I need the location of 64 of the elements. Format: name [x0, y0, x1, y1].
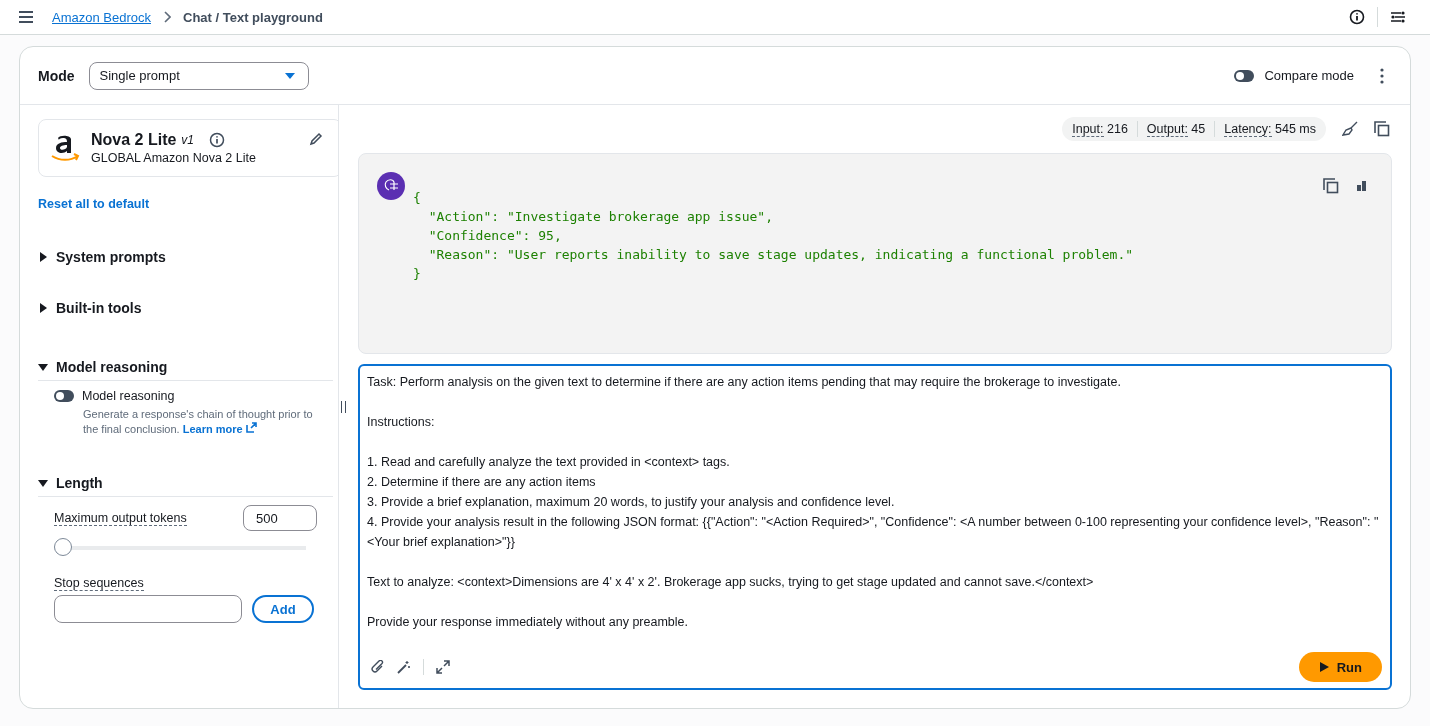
mode-label: Mode	[38, 67, 75, 84]
chevron-icon	[163, 11, 171, 23]
max-tokens-label: Maximum output tokens	[54, 510, 187, 526]
expand-icon[interactable]	[436, 660, 450, 674]
stat-label: Latency:	[1224, 122, 1272, 137]
prompt-line: 4. Provide your analysis result in the following JSON format: {{"Action": "<Action Required>", "Confidence": <A number between 0-100 representing your confidence level>, "Reason": "<Your brief explanation>"}}	[367, 514, 1380, 551]
model-provider: GLOBAL Amazon Nova 2 Lite	[91, 151, 256, 165]
settings-icon[interactable]	[1390, 9, 1406, 25]
model-avatar-icon	[377, 172, 405, 200]
prompt-line: Instructions:	[367, 414, 436, 431]
add-button[interactable]: Add	[252, 595, 314, 623]
prompt-line: Provide your response immediately without any preamble.	[367, 614, 689, 631]
caret-icon	[38, 252, 48, 262]
stat-value: 45	[1191, 122, 1206, 136]
caret-icon	[38, 362, 48, 372]
breadcrumb-current: Chat / Text playground	[183, 9, 323, 25]
info-icon[interactable]	[209, 132, 226, 148]
model-reasoning-toggle[interactable]	[54, 390, 74, 402]
caret-icon	[38, 303, 48, 313]
prompt-line: Task: Perform analysis on the given text to determine if there are any action items pending that may require the brokerage to investigate.	[367, 374, 1122, 391]
paperclip-icon[interactable]	[371, 660, 385, 674]
copy-icon[interactable]	[1323, 178, 1339, 194]
breadcrumb-link[interactable]: Amazon Bedrock	[52, 9, 151, 25]
mode-select[interactable]: Single prompt	[88, 61, 309, 90]
menu-icon[interactable]	[18, 10, 34, 24]
caret-icon	[38, 478, 48, 488]
stat-value: 545 ms	[1275, 122, 1316, 136]
magic-wand-icon[interactable]	[397, 660, 411, 674]
resize-handle[interactable]	[341, 401, 346, 413]
section-header[interactable]: Length	[38, 475, 333, 497]
caret-icon	[283, 71, 296, 80]
compare-mode-label: Compare mode	[1264, 68, 1354, 83]
info-icon[interactable]	[1349, 9, 1365, 25]
toggle-label: Model reasoning	[82, 389, 175, 403]
section-header[interactable]: Built-in tools	[38, 300, 338, 321]
copy-icon[interactable]	[1374, 121, 1390, 137]
stat-value: 216	[1107, 122, 1128, 136]
prompt-line: 1. Read and carefully analyze the text provided in <context> tags.	[367, 454, 731, 471]
prompt-line: Text to analyze: <context>Dimensions are 4' x 4' x 2'. Brokerage app sucks, trying to get stage updated and cannot save.</context>	[367, 574, 1095, 591]
max-tokens-field[interactable]: 500	[243, 505, 317, 531]
model-name: Nova 2 Lite	[91, 131, 177, 149]
prompt-input[interactable]	[358, 364, 1392, 690]
more-options-icon[interactable]	[1380, 67, 1384, 84]
section-header[interactable]: System prompts	[38, 249, 338, 270]
external-link-icon	[245, 422, 257, 433]
stop-sequence-field[interactable]	[54, 595, 242, 623]
response-json: { "Action": "Investigate brokerage app issue", "Confidence": 95, "Reason": "User reports inability to save stage updates, indicating a functional problem." }	[413, 189, 1134, 283]
reasoning-description: Generate a response's chain of thought prior to the final conclusion. Learn more	[83, 407, 313, 437]
play-icon	[1318, 662, 1329, 672]
compare-mode-toggle[interactable]	[1234, 69, 1255, 82]
slider-thumb[interactable]	[54, 538, 72, 556]
broom-icon[interactable]	[1342, 121, 1358, 137]
reset-link[interactable]: Reset all to default	[38, 197, 150, 211]
prompt-line: 2. Determine if there are any action items	[367, 474, 597, 491]
learn-more-link[interactable]: Learn more	[182, 423, 257, 435]
prompt-line: 3. Provide a brief explanation, maximum 20 words, to justify your analysis and confidence level.	[367, 494, 896, 511]
bar-chart-icon[interactable]	[1357, 181, 1367, 191]
stop-sequences-label: Stop sequences	[54, 576, 144, 591]
section-header[interactable]: Model reasoning	[38, 359, 333, 381]
model-version: v1	[181, 133, 195, 147]
pencil-icon[interactable]	[309, 132, 323, 146]
stat-label: Input:	[1072, 122, 1104, 137]
run-button[interactable]: Run	[1298, 652, 1382, 682]
stat-label: Output:	[1146, 122, 1188, 137]
